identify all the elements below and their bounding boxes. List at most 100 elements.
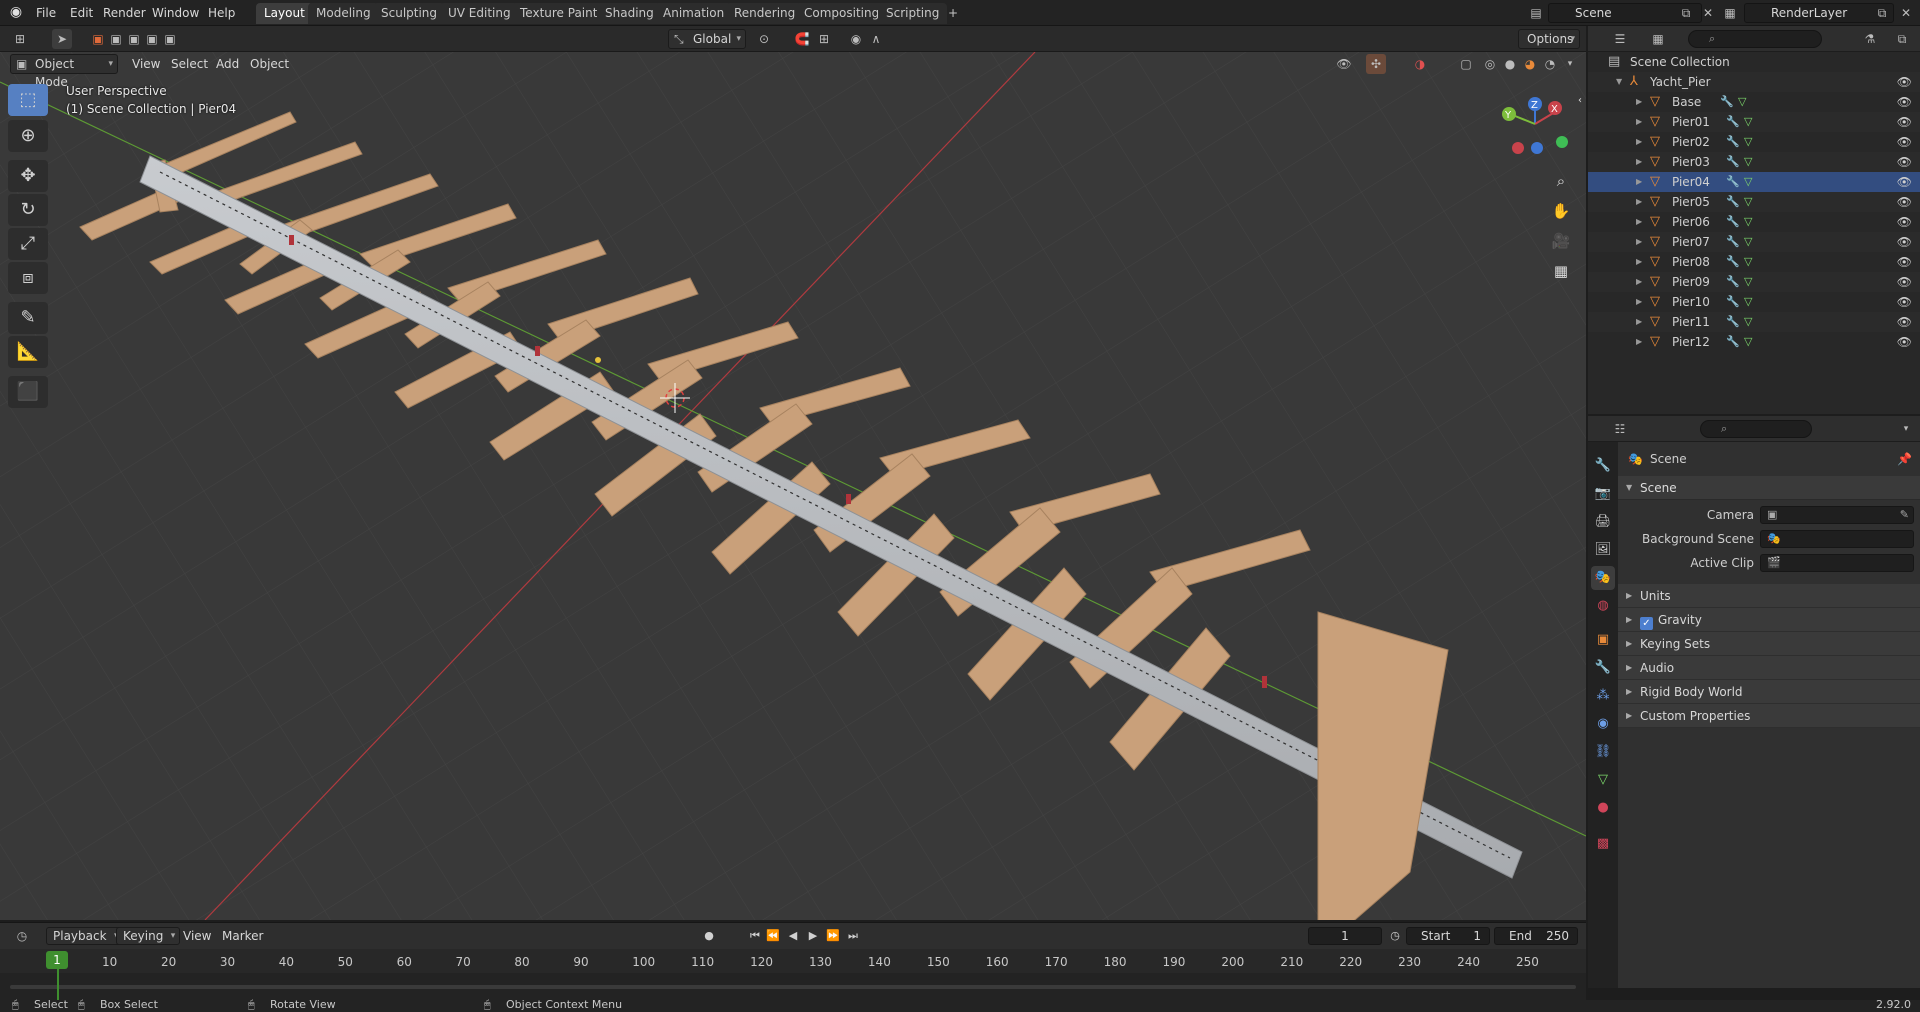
add-workspace-button[interactable]: + xyxy=(940,3,966,24)
visibility-eye-icon[interactable]: 👁 xyxy=(1897,72,1912,92)
outliner-root-row[interactable]: ▤ Scene Collection xyxy=(1588,52,1920,72)
outliner-item-row[interactable]: ▶ ▽ Pier03 🔧 ▽ 👁 xyxy=(1588,152,1920,172)
select-mode-intersect-icon[interactable]: ▣ xyxy=(160,29,180,49)
tab-texture-paint[interactable]: Texture Paint xyxy=(512,3,606,24)
data-tab-icon[interactable]: ▽ xyxy=(1591,768,1615,792)
expand-right-icon[interactable]: ▶ xyxy=(1636,192,1642,212)
mesh-data-icon[interactable]: ▽ xyxy=(1744,272,1752,292)
modifier-icon[interactable]: 🔧 xyxy=(1720,92,1734,112)
sidebar-toggle-icon[interactable]: ‹ xyxy=(1574,88,1586,114)
expand-right-icon[interactable]: ▶ xyxy=(1636,152,1642,172)
visibility-eye-icon[interactable]: 👁 xyxy=(1897,332,1912,352)
record-icon[interactable]: ● xyxy=(700,927,718,945)
expand-right-icon[interactable]: ▶ xyxy=(1636,132,1642,152)
audio-panel-header[interactable]: ▶ Audio xyxy=(1618,656,1920,680)
transform-tool[interactable]: ⧈ xyxy=(8,262,48,294)
new-view-layer-icon[interactable]: ⧉ xyxy=(1872,3,1892,23)
menu-object[interactable]: Object xyxy=(250,55,289,73)
gravity-checkbox[interactable]: ✓ xyxy=(1640,617,1653,630)
material-tab-icon[interactable]: ● xyxy=(1591,796,1615,820)
tab-sculpting[interactable]: Sculpting xyxy=(373,3,446,24)
modifier-icon[interactable]: 🔧 xyxy=(1726,192,1740,212)
view-layer-browse-icon[interactable]: ▦ xyxy=(1720,3,1740,23)
tab-animation[interactable]: Animation xyxy=(655,3,733,24)
expand-right-icon[interactable]: ▶ xyxy=(1636,112,1642,132)
playback-dropdown[interactable]: Playback ▾ xyxy=(46,927,124,945)
output-tab-icon[interactable]: 🖨 xyxy=(1591,510,1615,534)
modifier-icon[interactable]: 🔧 xyxy=(1726,332,1740,352)
visibility-icon[interactable]: 👁 xyxy=(1334,54,1354,74)
texture-tab-icon[interactable]: ▩ xyxy=(1591,832,1615,856)
visibility-eye-icon[interactable]: 👁 xyxy=(1897,292,1912,312)
menu-select[interactable]: Select xyxy=(171,55,208,73)
expand-right-icon[interactable]: ▶ xyxy=(1636,272,1642,292)
solid-shading-icon[interactable]: ● xyxy=(1500,54,1520,74)
eyedropper-icon[interactable]: ✎ xyxy=(1900,507,1909,523)
modifier-icon[interactable]: 🔧 xyxy=(1726,132,1740,152)
tab-layout[interactable]: Layout xyxy=(256,3,313,24)
3d-viewport[interactable]: Z X Y User Perspective (1) Scene Collect… xyxy=(0,52,1586,920)
expand-down-icon[interactable]: ▼ xyxy=(1616,72,1622,92)
outliner-item-row[interactable]: ▶ ▽ Pier11 🔧 ▽ 👁 xyxy=(1588,312,1920,332)
keying-sets-panel-header[interactable]: ▶ Keying Sets xyxy=(1618,632,1920,656)
outliner-collection-row[interactable]: ▼ ⅄ Yacht_Pier 👁 xyxy=(1588,72,1920,92)
proportional-edit-icon[interactable]: ◉ xyxy=(846,29,866,49)
xray-toggle-icon[interactable]: ▢ xyxy=(1456,54,1476,74)
annotate-tool[interactable]: ✎ xyxy=(8,302,48,334)
menu-add[interactable]: Add xyxy=(216,55,239,73)
pin-icon[interactable]: 📌 xyxy=(1897,448,1912,470)
world-tab-icon[interactable]: ◍ xyxy=(1591,594,1615,618)
modifier-icon[interactable]: 🔧 xyxy=(1726,252,1740,272)
options-dropdown[interactable]: Options ▾ xyxy=(1518,29,1580,49)
camera-field[interactable]: ▣ ✎ xyxy=(1760,506,1914,524)
tab-compositing[interactable]: Compositing xyxy=(796,3,888,24)
visibility-eye-icon[interactable]: 👁 xyxy=(1897,252,1912,272)
select-mode-new-icon[interactable]: ▣ xyxy=(88,29,108,49)
visibility-eye-icon[interactable]: 👁 xyxy=(1897,192,1912,212)
scene-panel-header[interactable]: ▼ Scene xyxy=(1618,476,1920,500)
outliner-item-row[interactable]: ▶ ▽ Pier05 🔧 ▽ 👁 xyxy=(1588,192,1920,212)
mesh-data-icon[interactable]: ▽ xyxy=(1744,172,1752,192)
play-reverse-icon[interactable]: ◀ xyxy=(784,927,802,945)
modifier-tab-icon[interactable]: 🔧 xyxy=(1591,656,1615,680)
delete-view-layer-icon[interactable]: ✕ xyxy=(1896,3,1916,23)
expand-right-icon[interactable]: ▶ xyxy=(1636,252,1642,272)
properties-options-icon[interactable]: ▾ xyxy=(1896,419,1916,439)
new-scene-icon[interactable]: ⧉ xyxy=(1676,3,1696,23)
mesh-data-icon[interactable]: ▽ xyxy=(1744,332,1752,352)
timeline-scrollbar[interactable] xyxy=(10,985,1576,989)
select-cursor-icon[interactable]: ➤ xyxy=(52,29,72,49)
scene-browse-icon[interactable]: ▤ xyxy=(1526,3,1546,23)
overlays-toggle-icon[interactable]: ◑ xyxy=(1410,54,1430,74)
move-tool[interactable]: ✥ xyxy=(8,160,48,192)
ortho-toggle-icon[interactable]: ▦ xyxy=(1548,258,1574,284)
add-cube-tool[interactable]: ⬛ xyxy=(8,376,48,408)
modifier-icon[interactable]: 🔧 xyxy=(1726,112,1740,132)
modifier-icon[interactable]: 🔧 xyxy=(1726,312,1740,332)
end-frame-field[interactable]: End 250 xyxy=(1494,927,1578,945)
current-frame-field[interactable]: 1 xyxy=(1308,927,1382,945)
mesh-data-icon[interactable]: ▽ xyxy=(1744,232,1752,252)
outliner-item-row[interactable]: ▶ ▽ Pier09 🔧 ▽ 👁 xyxy=(1588,272,1920,292)
tab-rendering[interactable]: Rendering xyxy=(726,3,804,24)
snap-toggle-icon[interactable]: 🧲 xyxy=(792,29,812,49)
display-mode-icon[interactable]: ▦ xyxy=(1648,29,1668,49)
preview-range-icon[interactable]: ◷ xyxy=(1386,927,1404,945)
rotate-tool[interactable]: ↻ xyxy=(8,194,48,226)
background-scene-field[interactable]: 🎭 xyxy=(1760,530,1914,548)
modifier-icon[interactable]: 🔧 xyxy=(1726,272,1740,292)
jump-start-icon[interactable]: ⏮ xyxy=(746,927,764,945)
menu-view[interactable]: View xyxy=(132,55,160,73)
properties-editor-type-icon[interactable]: ☷ xyxy=(1610,419,1630,439)
physics-tab-icon[interactable]: ◉ xyxy=(1591,712,1615,736)
expand-right-icon[interactable]: ▶ xyxy=(1636,332,1642,352)
visibility-eye-icon[interactable]: 👁 xyxy=(1897,212,1912,232)
select-mode-invert-icon[interactable]: ▣ xyxy=(142,29,162,49)
visibility-eye-icon[interactable]: 👁 xyxy=(1897,232,1912,252)
viewport-scene[interactable]: Z X Y xyxy=(0,52,1586,920)
visibility-eye-icon[interactable]: 👁 xyxy=(1897,132,1912,152)
tab-scripting[interactable]: Scripting xyxy=(878,3,948,24)
camera-view-icon[interactable]: 🎥 xyxy=(1548,228,1574,254)
mesh-data-icon[interactable]: ▽ xyxy=(1744,292,1752,312)
scale-tool[interactable]: ⤢ xyxy=(8,228,48,260)
